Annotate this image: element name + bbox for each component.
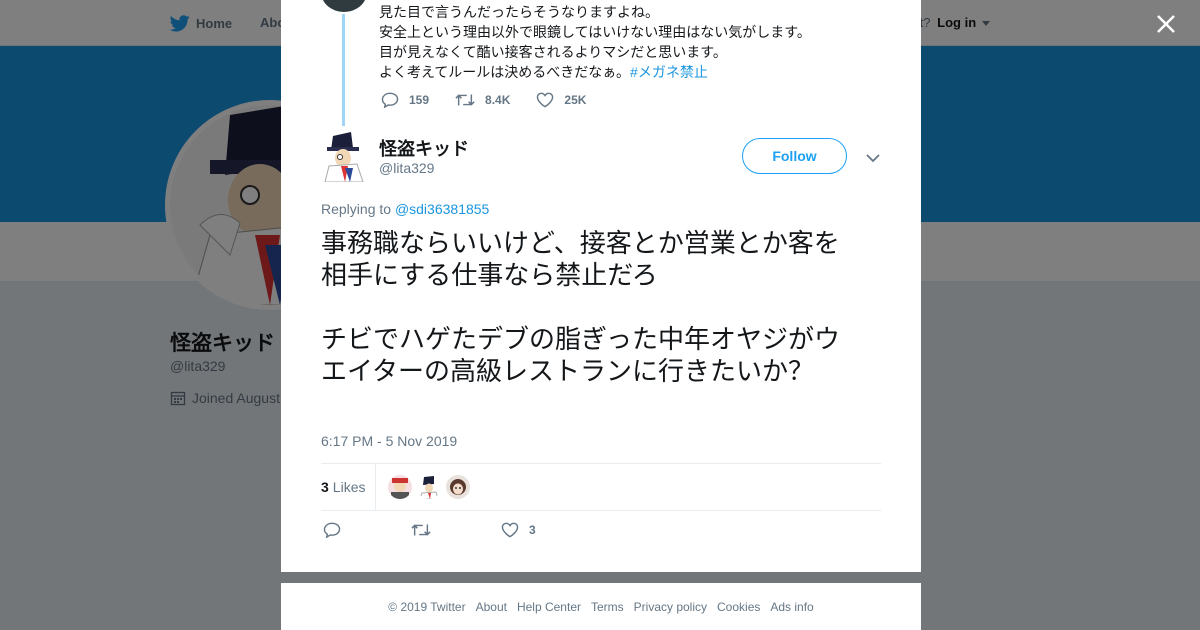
tweet-stats-row: 3 Likes <box>321 463 881 511</box>
retweet-icon <box>411 524 431 536</box>
previous-tweet-line: 見た目で言うんだったらそうなりますよね。 <box>379 4 659 20</box>
tweet-modal: 見た目で言うんだったらそうなりますよね。 安全上という理由以外で眼鏡してはいけな… <box>281 0 921 572</box>
hashtag-link[interactable]: #メガネ禁止 <box>630 64 708 80</box>
footer-link-cookies[interactable]: Cookies <box>717 600 760 614</box>
liker-avatar[interactable] <box>417 475 442 499</box>
tweet-author-name[interactable]: 怪盗キッド <box>379 135 469 161</box>
reply-icon <box>323 522 341 538</box>
previous-tweet-line-text: よく考えてルールは決めるべきだなぁ。 <box>379 64 631 80</box>
footer-link-help-center[interactable]: Help Center <box>517 600 581 614</box>
tweet-text: 事務職ならいいけど、接客とか営業とか客を相手にする仕事なら禁止だろ チビでハゲた… <box>321 227 861 419</box>
tweet-paragraph: チビでハゲたデブの脂ぎった中年オヤジがウエイターの高級レストランに行きたいか？ <box>321 324 840 386</box>
close-icon[interactable] <box>1154 12 1178 36</box>
tweet-author-handle[interactable]: @lita329 <box>379 160 434 176</box>
thread-connector-line <box>342 14 345 126</box>
previous-reply-button[interactable]: 159 <box>381 92 429 108</box>
previous-retweet-count: 8.4K <box>485 93 511 107</box>
replying-to: Replying to @sdi36381855 <box>321 201 489 217</box>
liker-avatar[interactable] <box>388 475 413 499</box>
previous-retweet-button[interactable]: 8.4K <box>455 92 510 108</box>
follow-button[interactable]: Follow <box>742 138 847 174</box>
heart-icon <box>501 522 519 538</box>
previous-like-count: 25K <box>564 93 587 107</box>
reply-button[interactable] <box>323 522 351 538</box>
tweet-timestamp[interactable]: 6:17 PM - 5 Nov 2019 <box>321 433 457 449</box>
liker-avatar[interactable] <box>446 475 471 499</box>
replying-to-handle-link[interactable]: @sdi36381855 <box>395 201 489 217</box>
like-button[interactable]: 3 <box>501 522 536 538</box>
likes-stat-count: 3 <box>321 479 329 495</box>
likes-stat-label: Likes <box>332 479 366 495</box>
retweet-icon <box>455 94 475 106</box>
tweet-author-avatar[interactable] <box>321 132 367 183</box>
reply-icon <box>381 92 399 108</box>
previous-tweet-line: よく考えてルールは決めるべきだなぁ。#メガネ禁止 <box>379 62 839 82</box>
previous-tweet-text: 見た目で言うんだったらそうなりますよね。 安全上という理由以外で眼鏡してはいけな… <box>379 2 839 82</box>
footer-link-ads-info[interactable]: Ads info <box>770 600 813 614</box>
footer-link-privacy[interactable]: Privacy policy <box>634 600 707 614</box>
like-count: 3 <box>529 523 536 537</box>
tweet-paragraph: 事務職ならいいけど、接客とか営業とか客を相手にする仕事なら禁止だろ <box>321 228 840 290</box>
previous-tweet-actions: 159 8.4K 25K <box>381 92 612 108</box>
modal-footer: © 2019 Twitter About Help Center Terms P… <box>281 583 921 630</box>
replying-prefix: Replying to <box>321 201 392 217</box>
tweet-actions: 3 <box>323 522 596 538</box>
previous-tweet-line: 安全上という理由以外で眼鏡してはいけない理由はない気がします。 <box>379 24 811 40</box>
retweet-button[interactable] <box>411 522 441 538</box>
heart-icon <box>537 92 554 108</box>
previous-reply-count: 159 <box>409 93 430 107</box>
likes-stat[interactable]: 3 Likes <box>321 463 377 511</box>
chevron-down-icon[interactable] <box>865 150 881 166</box>
footer-link-terms[interactable]: Terms <box>591 600 624 614</box>
previous-tweet-avatar[interactable] <box>321 0 367 12</box>
footer-copyright: © 2019 Twitter <box>388 599 466 614</box>
liker-avatars <box>388 475 475 499</box>
footer-link-about[interactable]: About <box>476 600 507 614</box>
previous-tweet-line: 目が見えなくて酷い接客されるよりマシだと思います。 <box>379 44 727 60</box>
previous-like-button[interactable]: 25K <box>536 92 586 108</box>
